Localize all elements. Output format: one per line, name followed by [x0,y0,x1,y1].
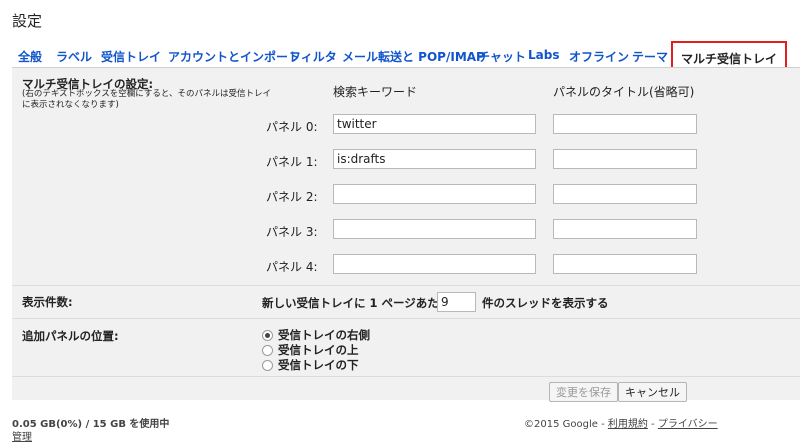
position-right-label: 受信トレイの右側 [278,328,370,342]
panel-0-keyword-input[interactable] [333,114,536,134]
settings-tabs: 全般 ラベル 受信トレイ アカウントとインポート フィルタ メール転送と POP… [0,38,800,71]
multi-inbox-note: (右のテキストボックスを空欄にすると、そのパネルは受信トレイに表示されなくなりま… [22,89,272,110]
panel-4-title-input[interactable] [553,254,697,274]
tab-filters[interactable]: フィルタ [289,48,337,65]
title-column-header: パネルのタイトル(省略可) [553,85,695,99]
radio-unchecked-icon[interactable] [262,359,273,371]
threads-per-page-input[interactable] [437,292,476,312]
panel-1-label: パネル 1: [266,155,318,169]
panel-1-keyword-input[interactable] [333,149,536,169]
cancel-button[interactable]: キャンセル [618,382,687,402]
section-divider [12,318,800,319]
footer-separator: - [647,419,658,430]
storage-usage: 0.05 GB(0%) / 15 GB を使用中 [12,419,170,430]
panel-1-title-input[interactable] [553,149,697,169]
section-divider [12,376,800,377]
save-changes-button[interactable]: 変更を保存 [549,382,618,402]
radio-unchecked-icon[interactable] [262,344,273,356]
panel-4-keyword-input[interactable] [333,254,536,274]
panel-2-keyword-input[interactable] [333,184,536,204]
tab-chat[interactable]: チャット [478,48,526,65]
display-count-prefix: 新しい受信トレイに 1 ページあたり [262,296,451,310]
tab-labels[interactable]: ラベル [56,48,92,65]
copyright-text: ©2015 Google - [524,419,608,430]
panel-3-label: パネル 3: [266,225,318,239]
section-divider [12,285,800,286]
tab-inbox[interactable]: 受信トレイ [101,48,161,65]
panel-3-title-input[interactable] [553,219,697,239]
tab-general[interactable]: 全般 [18,48,42,65]
tab-accounts-import[interactable]: アカウントとインポート [168,48,300,65]
position-below-option[interactable]: 受信トレイの下 [262,357,359,373]
panel-position-label: 追加パネルの位置: [22,329,119,343]
tab-themes[interactable]: テーマ [632,48,668,65]
position-right-option[interactable]: 受信トレイの右側 [262,327,370,343]
terms-link[interactable]: 利用規約 [608,419,648,430]
footer-copyright: ©2015 Google - 利用規約 - プライバシー [524,415,718,430]
position-above-option[interactable]: 受信トレイの上 [262,342,359,358]
privacy-link[interactable]: プライバシー [658,419,718,430]
tab-forwarding-pop-imap[interactable]: メール転送と POP/IMAP [342,48,485,65]
position-below-label: 受信トレイの下 [278,358,359,372]
panel-2-label: パネル 2: [266,190,318,204]
tab-labs[interactable]: Labs [528,48,559,62]
display-count-label: 表示件数: [22,295,73,309]
page-title: 設定 [12,12,43,30]
position-above-label: 受信トレイの上 [278,343,359,357]
panel-3-keyword-input[interactable] [333,219,536,239]
panel-2-title-input[interactable] [553,184,697,204]
panel-4-label: パネル 4: [266,260,318,274]
display-count-suffix: 件のスレッドを表示する [482,296,609,310]
tab-offline[interactable]: オフライン [569,48,629,65]
manage-storage-link[interactable]: 管理 [12,428,32,443]
panel-0-title-input[interactable] [553,114,697,134]
panel-0-label: パネル 0: [266,120,318,134]
keyword-column-header: 検索キーワード [333,85,418,99]
radio-checked-icon[interactable] [262,329,273,341]
